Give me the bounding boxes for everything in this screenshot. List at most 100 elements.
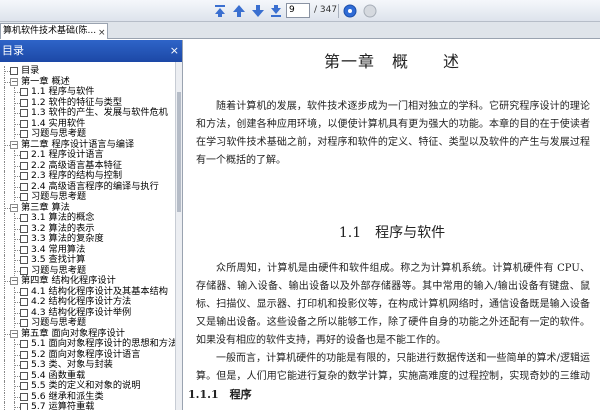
tree-guide-line: [4, 244, 5, 255]
bookmark-page-icon: [20, 298, 28, 306]
subsection-title: 1.1.1 程序: [188, 388, 252, 401]
toc-scrollbar-thumb[interactable]: [177, 92, 181, 212]
toc-chapter-item[interactable]: − 第四章 结构化程序设计: [0, 276, 176, 286]
tree-guide-line: [4, 402, 5, 410]
toc-item-label: 5.4 函数重载: [31, 369, 86, 381]
bookmark-page-icon: [20, 245, 28, 254]
bookmark-page-icon: [20, 109, 28, 117]
bookmark-page-icon: [20, 340, 28, 348]
tree-guide-line: [4, 349, 5, 360]
document-page: 第一章 概 述 随着计算机的发展，软件技术逐步成为一门相对独立的学科。它研究程序…: [184, 40, 600, 410]
toc-item-label: 5.2 面向对象程序设计语言: [31, 348, 141, 360]
toc-item-label: 习题与思考题: [31, 191, 87, 202]
collapse-toggle-icon[interactable]: −: [10, 140, 18, 149]
tree-guide-line: [4, 108, 5, 118]
toc-section-item[interactable]: 3.3 算法的复杂度: [0, 234, 176, 244]
tree-guide-line: [4, 97, 5, 108]
close-toc-icon[interactable]: ×: [170, 40, 179, 62]
toc-section-item[interactable]: 4.2 结构化程序设计方法: [0, 297, 176, 307]
toc-section-item[interactable]: 3.1 算法的概念: [0, 213, 176, 223]
toc-section-item[interactable]: 5.5 类的定义和对象的说明: [0, 381, 176, 391]
tree-guide-line: [4, 192, 5, 202]
last-page-icon[interactable]: [268, 3, 284, 19]
bookmark-page-icon: [20, 392, 28, 401]
tree-guide-line: [4, 360, 5, 370]
toc-item-label: 2.4 高级语言程序的编译与执行: [31, 180, 159, 192]
page-number-input[interactable]: 9: [286, 3, 310, 18]
toc-section-item[interactable]: 5.3 类、对象与封装: [0, 360, 176, 370]
bookmark-page-icon: [20, 161, 28, 170]
tree-guide-line: [4, 87, 5, 97]
toc-section-item[interactable]: 习题与思考题: [0, 265, 176, 276]
toc-section-item[interactable]: 1.4 实用软件: [0, 118, 176, 129]
next-page-icon[interactable]: [250, 3, 266, 19]
collapse-toggle-icon[interactable]: −: [10, 277, 18, 285]
tree-guide-line: [4, 265, 5, 276]
toc-item-label: 2.2 高级语言基本特征: [31, 159, 123, 171]
toc-section-item[interactable]: 3.5 查找计算: [0, 255, 176, 265]
toc-section-item[interactable]: 2.3 程序的结构与控制: [0, 171, 176, 181]
toc-tree: 目录 − 第一章 概述 1.1 程序与软件 1.2 软件的特征与类型 1.3 软件的产生、…: [0, 62, 176, 410]
bookmark-page-icon: [20, 266, 28, 275]
collapse-toggle-icon[interactable]: −: [10, 77, 18, 86]
toc-section-item[interactable]: 5.6 继承和派生类: [0, 390, 176, 402]
toc-chapter-item[interactable]: − 第二章 程序设计语言与编译: [0, 138, 176, 150]
tree-guide-line: [4, 234, 5, 244]
toc-section-item[interactable]: 5.7 运算符重载: [0, 402, 176, 410]
document-tab-title: 算机软件技术基础(陈...: [3, 26, 97, 36]
toc-chapter-item[interactable]: − 第三章 算法: [0, 202, 176, 213]
toc-section-item[interactable]: 4.1 结构化程序设计及其基本结构: [0, 286, 176, 297]
toc-section-item[interactable]: 1.3 软件的产生、发展与软件危机: [0, 108, 176, 118]
toc-chapter-item[interactable]: − 第一章 概述: [0, 76, 176, 87]
toc-section-item[interactable]: 习题与思考题: [0, 129, 176, 139]
toc-section-item[interactable]: 5.2 面向对象程序设计语言: [0, 348, 176, 360]
tree-guide-line: [4, 171, 5, 181]
bookmark-page-icon: [20, 88, 28, 96]
toc-section-item[interactable]: 习题与思考题: [0, 318, 176, 328]
close-tab-icon[interactable]: ×: [98, 26, 106, 39]
toc-item-label: 1.1 程序与软件: [31, 86, 95, 97]
previous-page-icon[interactable]: [231, 3, 247, 19]
bookmark-page-icon: [20, 119, 28, 128]
toc-item-label: 第五章 面向对象程序设计: [21, 327, 125, 339]
tab-strip: 算机软件技术基础(陈... ×: [0, 22, 600, 39]
toc-item-label: 习题与思考题: [31, 317, 87, 328]
toc-section-item[interactable]: 5.4 函数重载: [0, 369, 176, 381]
tree-guide-line: [4, 286, 5, 297]
toc-section-item[interactable]: 3.4 常用算法: [0, 244, 176, 255]
body-paragraph-2: 一般而言，计算机硬件的功能是有限的，只能进行数据传送和一些简单的算术/逻辑运算。…: [196, 353, 590, 382]
first-page-icon[interactable]: [212, 3, 228, 19]
document-tab[interactable]: 算机软件技术基础(陈... ×: [0, 23, 108, 39]
toc-chapter-item[interactable]: − 第五章 面向对象程序设计: [0, 327, 176, 339]
toolbar: 9 / 347: [0, 0, 600, 22]
toc-scrollbar[interactable]: [175, 62, 182, 410]
tree-guide-line: [4, 297, 5, 307]
bookmark-page-icon: [20, 256, 28, 264]
toc-section-item[interactable]: 5.1 面向对象程序设计的思想和方法: [0, 339, 176, 349]
stop-icon[interactable]: [362, 3, 378, 19]
collapse-toggle-icon[interactable]: −: [10, 203, 18, 212]
toc-item-label: 第四章 结构化程序设计: [21, 275, 116, 286]
toc-section-item[interactable]: 习题与思考题: [0, 192, 176, 202]
bookmark-page-icon: [20, 308, 28, 317]
section-title: 1.1 程序与软件: [338, 225, 446, 241]
toc-section-item[interactable]: 3.2 算法的表示: [0, 223, 176, 234]
toc-item-label: 第二章 程序设计语言与编译: [21, 138, 135, 150]
tree-guide-line: [4, 150, 5, 160]
toc-item-label: 5.3 类、对象与封装: [31, 359, 113, 370]
toc-item-label: 2.3 程序的结构与控制: [31, 170, 123, 181]
toc-item-label: 目录: [21, 65, 40, 76]
go-icon[interactable]: [342, 3, 358, 19]
toolbar-separator: [338, 4, 339, 18]
toc-item-label: 5.6 继承和派生类: [31, 390, 104, 402]
toc-chapter-item[interactable]: 目录: [0, 66, 176, 76]
bookmark-page-icon: [20, 151, 28, 159]
toc-section-item[interactable]: 2.1 程序设计语言: [0, 150, 176, 160]
toc-section-item[interactable]: 2.2 高级语言基本特征: [0, 159, 176, 171]
toc-section-item[interactable]: 1.1 程序与软件: [0, 87, 176, 97]
toc-section-item[interactable]: 1.2 软件的特征与类型: [0, 97, 176, 108]
toc-section-item[interactable]: 2.4 高级语言程序的编译与执行: [0, 180, 176, 192]
bookmark-page-icon: [20, 235, 28, 243]
collapse-toggle-icon[interactable]: −: [10, 329, 18, 338]
toc-section-item[interactable]: 4.3 结构化程序设计举例: [0, 307, 176, 318]
